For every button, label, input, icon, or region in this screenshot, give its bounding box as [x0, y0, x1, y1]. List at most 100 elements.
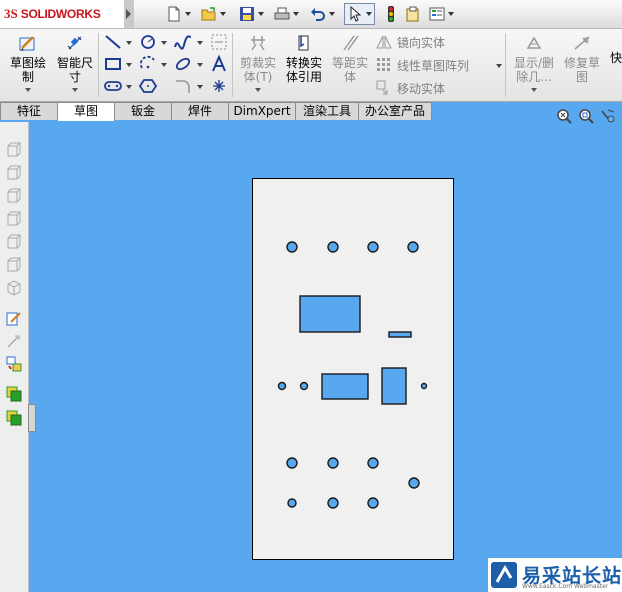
tab-features[interactable]: 特征 — [0, 102, 58, 120]
chevron-down-icon[interactable] — [197, 41, 203, 45]
chevron-down-icon[interactable] — [496, 64, 502, 68]
chevron-down-icon — [329, 12, 335, 16]
quick-snaps-label: 快 — [609, 51, 622, 65]
rectangle-icon[interactable] — [104, 55, 122, 73]
convert-entities-button[interactable]: 转换实 体引用 — [283, 34, 325, 84]
undo-button[interactable] — [310, 4, 335, 24]
separator — [505, 33, 506, 97]
sketch-edit-icon[interactable] — [6, 310, 22, 326]
print-icon — [274, 7, 290, 20]
spline-icon[interactable] — [174, 33, 192, 51]
circle-icon[interactable] — [139, 33, 157, 51]
open-button[interactable] — [201, 4, 226, 24]
open-folder-icon — [201, 7, 216, 21]
hole-circle — [420, 382, 428, 390]
left-view-icon[interactable] — [6, 188, 22, 204]
trim-entities-button[interactable]: 剪裁实 体(T) — [237, 34, 279, 92]
rebuild-button[interactable] — [383, 4, 399, 24]
right-view-icon[interactable] — [6, 211, 22, 227]
polygon-icon[interactable] — [139, 77, 157, 95]
toolbar-resize-handle[interactable] — [28, 404, 36, 432]
top-view-icon[interactable] — [6, 234, 22, 250]
chevron-down-icon[interactable] — [161, 41, 167, 45]
hole-circle — [287, 498, 297, 508]
chevron-down-icon[interactable] — [197, 85, 203, 89]
tab-render-tools[interactable]: 渲染工具 — [295, 102, 359, 120]
tab-dimxpert[interactable]: DimXpert — [228, 102, 296, 120]
front-view-icon[interactable] — [6, 142, 22, 158]
chevron-down-icon[interactable] — [126, 85, 132, 89]
solidworks-logo[interactable]: 3S SOLIDWORKS — [0, 0, 125, 28]
offset-entities-button[interactable]: 等距实 体 — [329, 34, 371, 84]
tab-weldments[interactable]: 焊件 — [171, 102, 229, 120]
chevron-down-icon — [72, 88, 78, 92]
move-entities-button[interactable]: 移动实体 — [376, 79, 445, 97]
sketch-button[interactable]: 草图绘 制 — [8, 34, 48, 92]
tab-office-products[interactable]: 办公室产品 — [358, 102, 432, 120]
mirror-label: 镜向实体 — [397, 35, 446, 50]
hole-circle — [299, 381, 309, 391]
display-style-icon[interactable] — [6, 386, 22, 402]
linear-sketch-pattern-button[interactable]: 线性草图阵列 — [376, 56, 469, 74]
ellipse-icon[interactable] — [174, 55, 192, 73]
isometric-view-icon[interactable] — [6, 280, 22, 296]
fillet-icon[interactable] — [174, 77, 192, 95]
offset-label: 等距实 体 — [331, 56, 368, 84]
back-view-icon[interactable] — [6, 165, 22, 181]
slot-icon[interactable] — [104, 77, 122, 95]
options-button[interactable] — [429, 4, 454, 24]
view-orientation-icon[interactable] — [600, 108, 616, 124]
rect-cutout — [299, 295, 361, 333]
tab-sketch[interactable]: 草图 — [57, 102, 115, 121]
zoom-to-fit-icon[interactable] — [556, 108, 572, 124]
hole-circle — [286, 241, 298, 253]
line-icon[interactable] — [104, 33, 122, 51]
move-label: 移动实体 — [397, 81, 446, 96]
print-button[interactable] — [274, 4, 299, 24]
ds-logo-mark: 3S — [4, 6, 18, 21]
smart-dimension-label: 智能尺 寸 — [56, 56, 93, 84]
mirror-entities-button[interactable]: 镜向实体 — [376, 33, 445, 51]
smart-dimension-button[interactable]: 智能尺 寸 — [54, 34, 96, 92]
mirror-icon — [376, 35, 392, 49]
chevron-down-icon[interactable] — [126, 63, 132, 67]
display-delete-relations-button[interactable]: 显示/删 除几... — [510, 34, 558, 92]
repair-sketch-label: 修复草 图 — [563, 56, 600, 84]
construction-geometry-icon[interactable] — [210, 33, 228, 51]
quick-snaps-button[interactable]: 快 — [608, 51, 622, 65]
slot-cutout — [388, 331, 412, 338]
arc-icon[interactable] — [139, 55, 157, 73]
repair-sketch-button[interactable]: 修复草 图 — [562, 34, 602, 84]
select-button[interactable] — [344, 3, 375, 25]
relations-icon[interactable] — [6, 356, 22, 372]
section-view-icon[interactable] — [6, 410, 22, 426]
hole-circle — [327, 457, 339, 469]
smart-dimension-small-icon[interactable] — [6, 333, 22, 349]
chevron-down-icon[interactable] — [161, 63, 167, 67]
options-icon — [429, 7, 445, 21]
hole-circle — [327, 497, 339, 509]
trim-icon — [251, 36, 265, 51]
point-icon[interactable] — [210, 77, 228, 95]
menu-expand-arrow[interactable] — [124, 0, 134, 28]
convert-entities-label: 转换实 体引用 — [285, 56, 322, 84]
separator — [232, 33, 233, 97]
sketch-plate[interactable] — [252, 178, 454, 560]
display-relations-icon — [526, 36, 542, 49]
text-icon[interactable] — [210, 55, 228, 73]
command-manager-tabs: 特征 草图 钣金 焊件 DimXpert 渲染工具 办公室产品 — [0, 102, 432, 121]
new-document-button[interactable] — [166, 4, 191, 24]
chevron-down-icon — [255, 88, 261, 92]
zoom-area-icon[interactable] — [578, 108, 594, 124]
file-properties-button[interactable] — [405, 4, 421, 24]
sketch-icon — [19, 36, 35, 51]
chevron-down-icon — [185, 12, 191, 16]
save-button[interactable] — [239, 4, 264, 24]
hole-circle — [327, 241, 339, 253]
chevron-down-icon[interactable] — [197, 63, 203, 67]
separator — [98, 33, 99, 97]
chevron-down-icon — [258, 12, 264, 16]
chevron-down-icon[interactable] — [126, 41, 132, 45]
tab-sheet-metal[interactable]: 钣金 — [114, 102, 172, 120]
bottom-view-icon[interactable] — [6, 257, 22, 273]
